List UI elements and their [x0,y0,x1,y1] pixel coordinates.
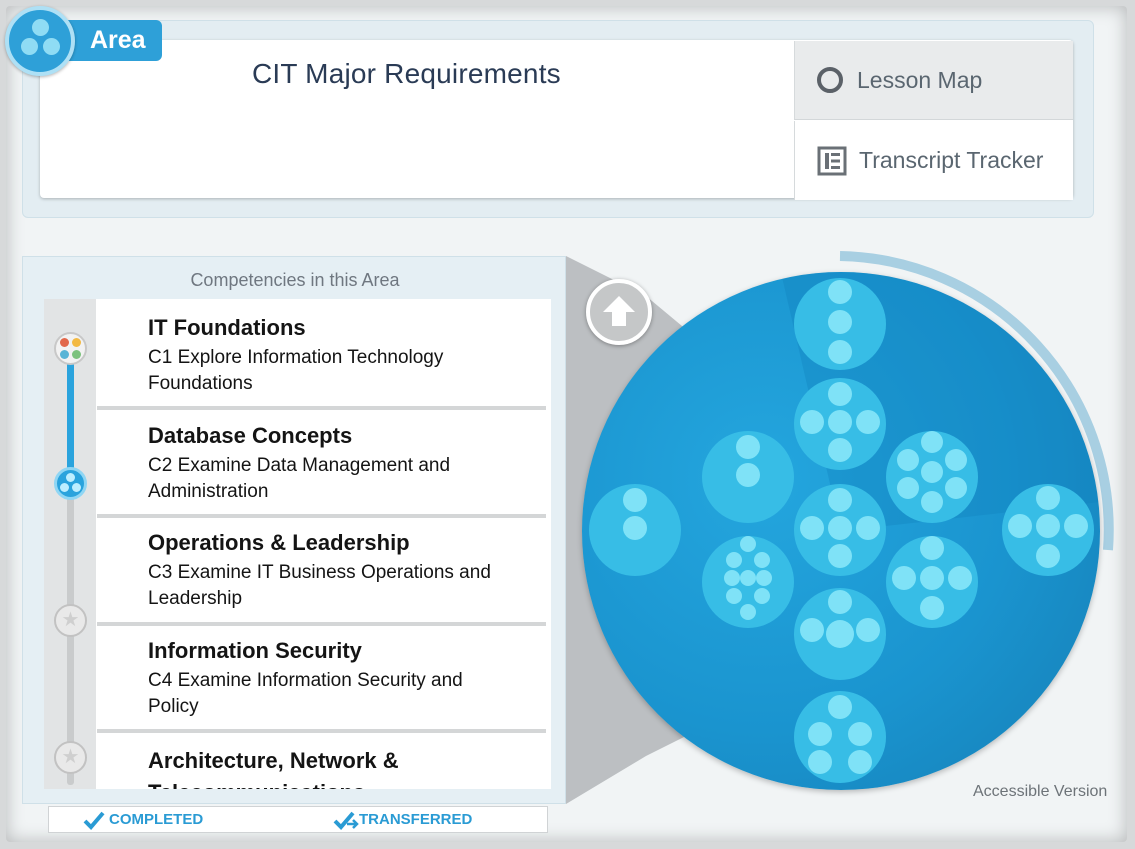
competency-list[interactable]: ★ ★ IT Foundations C1 Explore Informatio… [44,299,551,789]
ring-icon [817,67,843,93]
check-icon [83,811,105,830]
competency-node-completed [54,332,87,365]
competency-node-current [54,467,87,500]
competency-desc: C2 Examine Data Management and Administr… [148,455,451,502]
transcript-icon [817,146,847,175]
competency-title: Architecture, Network & Telecommunicatio… [148,748,399,789]
lesson-map-button[interactable]: Lesson Map [794,41,1073,120]
up-arrow-icon [603,296,635,326]
transferred-check-icon [333,811,359,830]
area-label: Area [90,26,146,54]
legend-transferred: TRANSFERRED [359,811,473,828]
competency-title: IT Foundations [148,315,306,340]
competency-item[interactable]: Information Security C4 Examine Informat… [96,626,551,733]
competencies-heading: Competencies in this Area [190,270,400,290]
up-arrow-button[interactable] [586,279,652,345]
competency-title: Operations & Leadership [148,530,410,555]
status-legend: COMPLETED TRANSFERRED [48,806,548,833]
competency-title: Database Concepts [148,423,353,448]
competency-item[interactable]: Database Concepts C2 Examine Data Manage… [96,410,551,517]
star-icon: ★ [54,604,87,637]
transcript-tracker-label: Transcript Tracker [859,147,1044,173]
page-title: CIT Major Requirements [252,58,561,89]
map-clusters [589,272,1100,783]
lesson-map-label: Lesson Map [857,66,983,93]
transcript-tracker-button[interactable]: Transcript Tracker [794,121,1073,200]
lesson-map-circle[interactable] [582,272,1100,790]
competency-title: Information Security [148,638,362,663]
legend-completed: COMPLETED [109,811,204,828]
competency-desc: C3 Examine IT Business Operations and Le… [148,562,491,609]
star-icon: ★ [54,741,87,774]
competency-desc: C4 Examine Information Security and Poli… [148,670,463,717]
progress-track: ★ ★ [44,299,96,789]
competency-item[interactable]: IT Foundations C1 Explore Information Te… [96,299,551,406]
area-badge-icon [5,6,75,76]
accessible-version-link[interactable]: Accessible Version [973,783,1107,801]
competency-item[interactable]: Architecture, Network & Telecommunicatio… [96,733,551,789]
competency-item[interactable]: Operations & Leadership C3 Examine IT Bu… [96,518,551,625]
competency-desc: C1 Explore Information Technology Founda… [148,347,444,394]
